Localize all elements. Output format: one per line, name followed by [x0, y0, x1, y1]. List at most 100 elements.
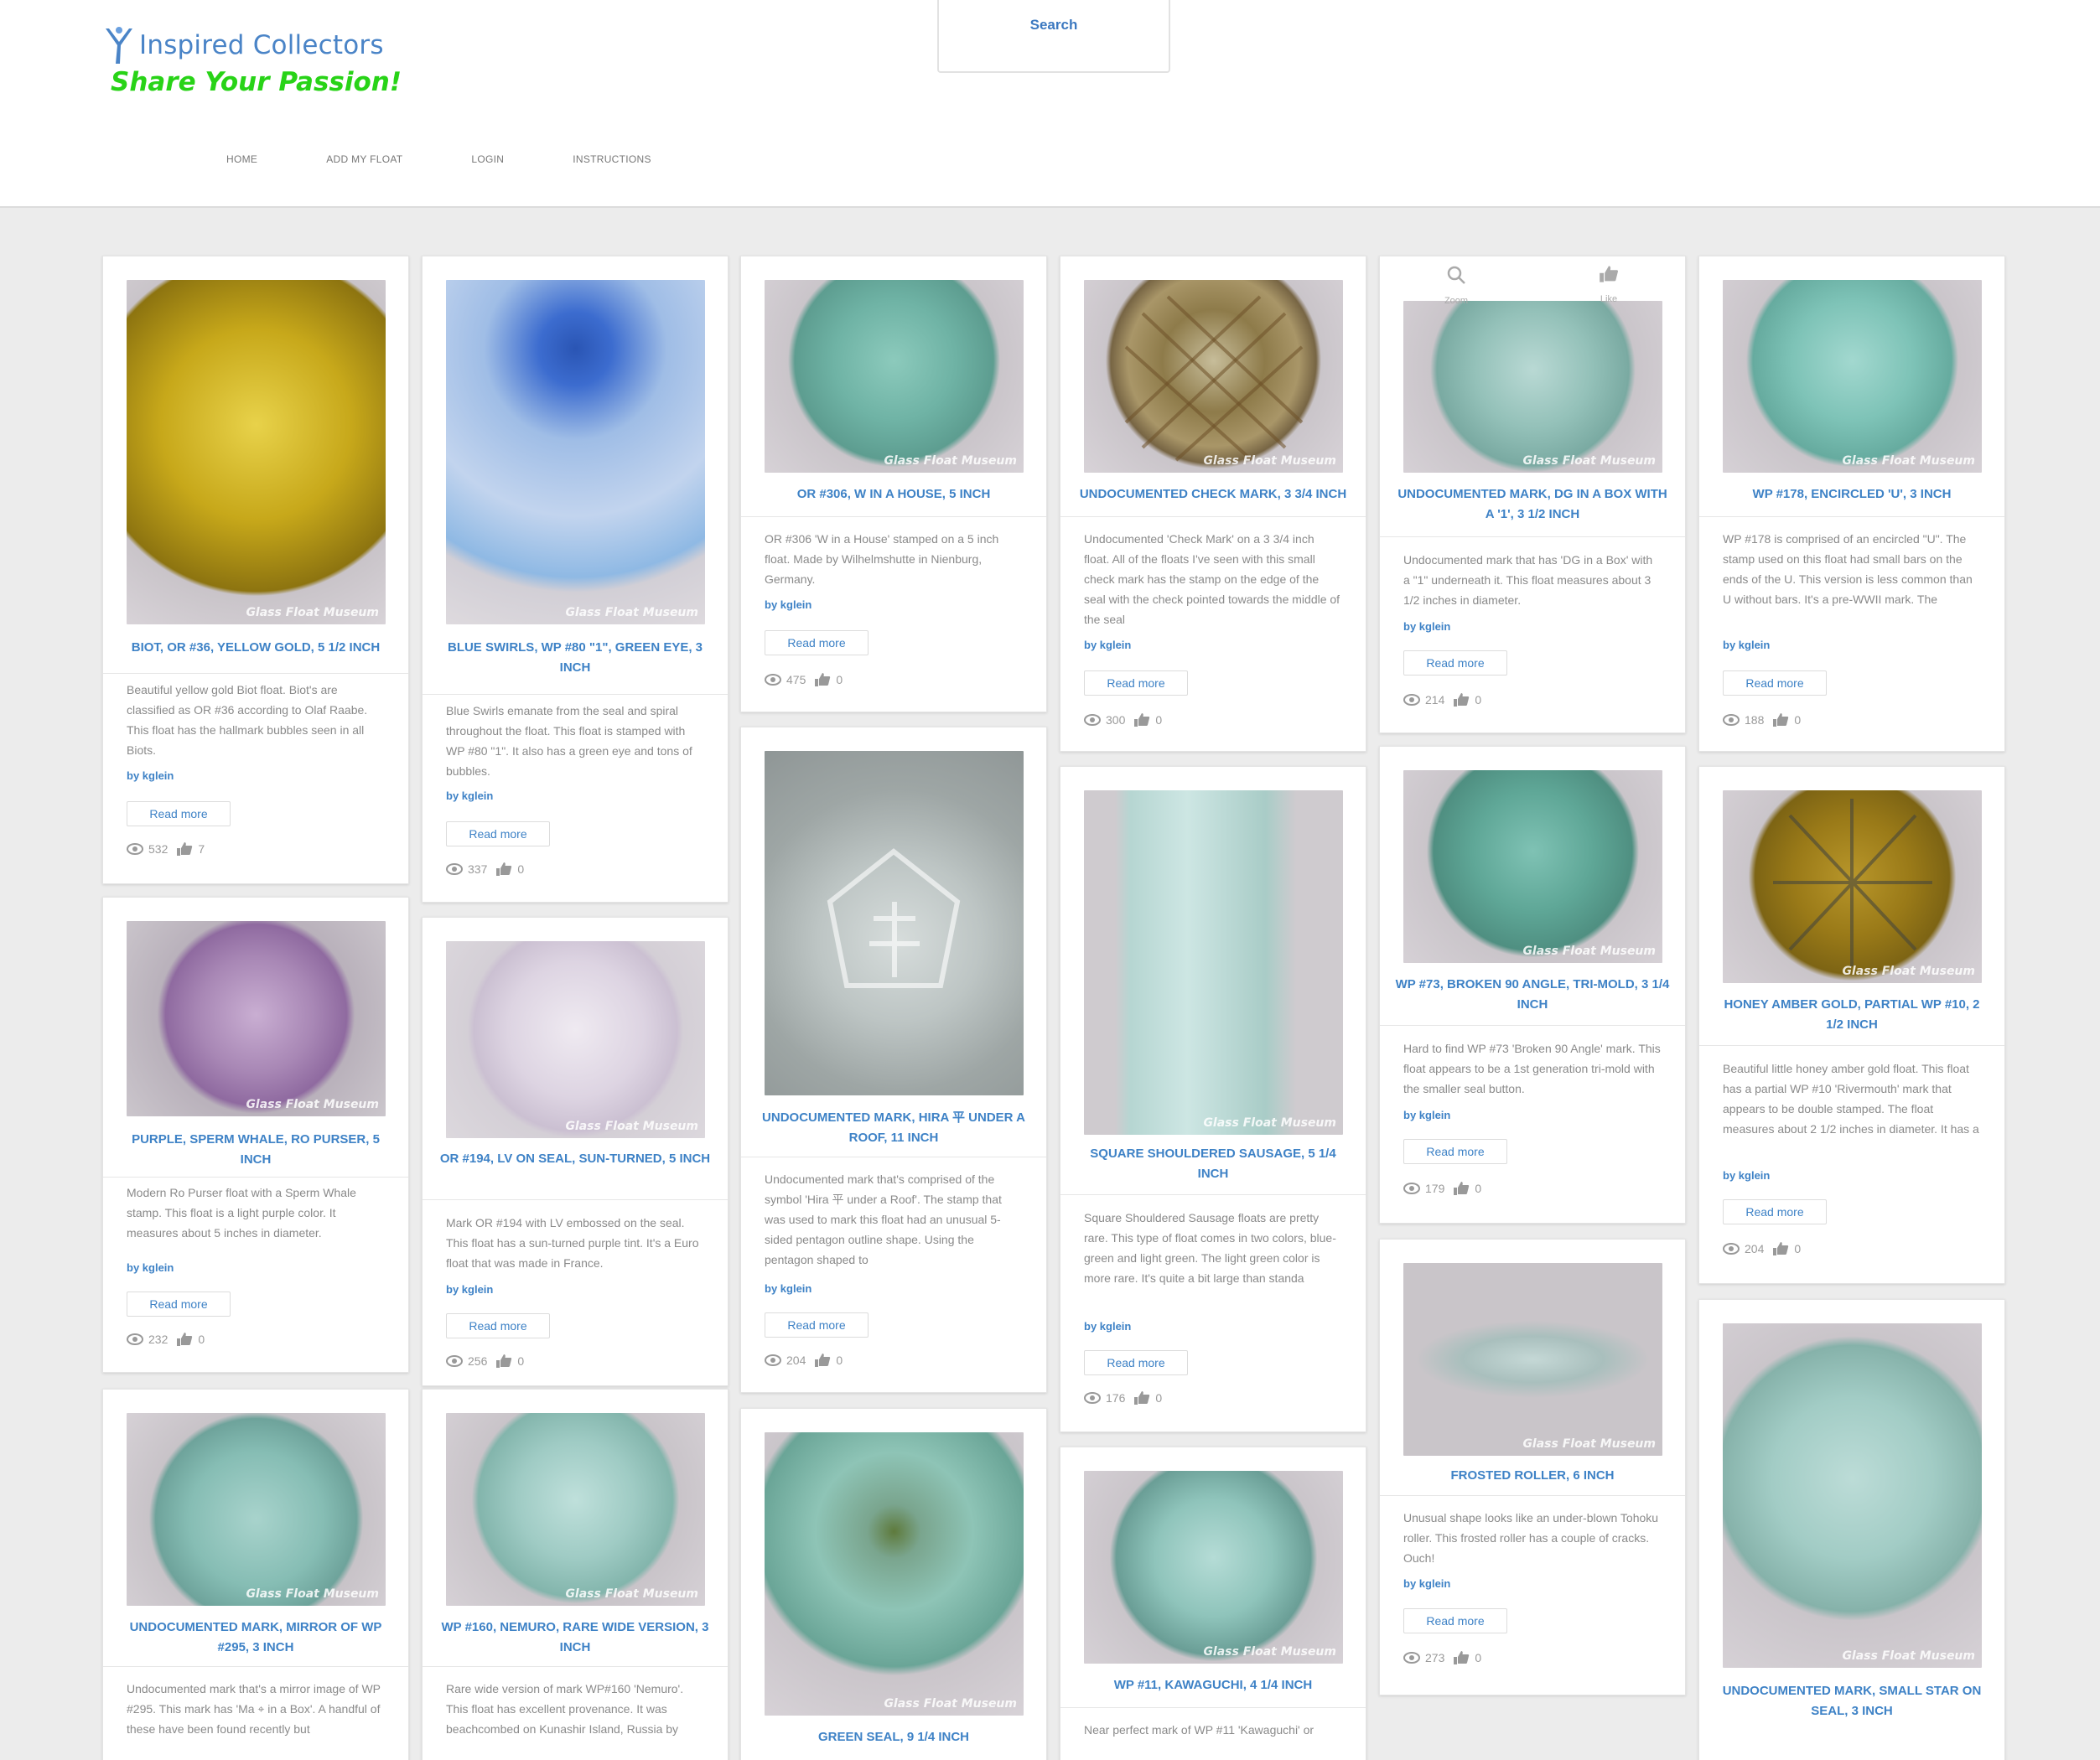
float-title[interactable]: UNDOCUMENTED MARK, HIRA 平 UNDER A ROOF, …	[756, 1108, 1031, 1148]
author-link[interactable]: by kglein	[1723, 639, 1770, 651]
site-logo[interactable]: Inspired Collectors Share Your Passion!	[102, 25, 402, 97]
thumbs-up-icon[interactable]	[1453, 692, 1470, 707]
nav-add-my-float[interactable]: ADD MY FLOAT	[326, 153, 402, 165]
thumbs-up-icon[interactable]	[814, 672, 831, 687]
nav-home[interactable]: HOME	[226, 153, 257, 165]
eye-icon	[446, 1355, 463, 1367]
author-link[interactable]: by kglein	[765, 598, 811, 611]
read-more-button[interactable]: Read more	[446, 821, 550, 846]
thumbs-up-icon[interactable]	[1133, 1390, 1150, 1405]
like-count: 0	[198, 1333, 205, 1346]
float-photo[interactable]: Glass Float Museum	[765, 1432, 1024, 1716]
float-photo[interactable]: Glass Float Museum	[127, 921, 386, 1116]
float-title[interactable]: OR #194, LV ON SEAL, SUN-TURNED, 5 INCH	[438, 1149, 713, 1169]
author-link[interactable]: by kglein	[1723, 1169, 1770, 1182]
thumbs-up-icon[interactable]	[1133, 712, 1150, 727]
float-title[interactable]: SQUARE SHOULDERED SAUSAGE, 5 1/4 INCH	[1076, 1144, 1351, 1184]
view-count: 214	[1425, 693, 1445, 707]
float-photo[interactable]: Glass Float Museum	[1723, 790, 1982, 983]
nav-instructions[interactable]: INSTRUCTIONS	[573, 153, 651, 165]
float-photo[interactable]: Glass Float Museum	[1403, 1263, 1662, 1456]
float-title[interactable]: BIOT, OR #36, YELLOW GOLD, 5 1/2 INCH	[118, 638, 393, 658]
watermark: Glass Float Museum	[565, 1120, 698, 1133]
float-card: Glass Float Museum OR #306, W IN A HOUSE…	[740, 256, 1047, 712]
read-more-button[interactable]: Read more	[446, 1313, 550, 1338]
author-link[interactable]: by kglein	[765, 1282, 811, 1295]
search-button[interactable]: Search	[937, 0, 1170, 73]
float-photo[interactable]: Glass Float Museum	[446, 941, 705, 1138]
rope-net-graphic	[1773, 799, 1932, 966]
float-stats: 300 0	[1084, 712, 1162, 727]
thumbs-up-icon[interactable]	[176, 841, 193, 857]
read-more-button[interactable]: Read more	[127, 1292, 231, 1317]
thumbs-up-icon[interactable]	[176, 1332, 193, 1347]
float-title[interactable]: UNDOCUMENTED MARK, MIRROR OF WP #295, 3 …	[118, 1618, 393, 1658]
float-photo[interactable]: Glass Float Museum	[1403, 770, 1662, 963]
read-more-button[interactable]: Read more	[127, 801, 231, 826]
read-more-button[interactable]: Read more	[765, 630, 869, 655]
float-photo[interactable]: Glass Float Museum	[1723, 280, 1982, 473]
read-more-button[interactable]: Read more	[1084, 1350, 1188, 1375]
float-title[interactable]: OR #306, W IN A HOUSE, 5 INCH	[756, 484, 1031, 505]
float-description: Mark OR #194 with LV embossed on the sea…	[446, 1216, 699, 1270]
float-photo[interactable]: Glass Float Museum	[1084, 1471, 1343, 1664]
float-title[interactable]: WP #160, NEMURO, RARE WIDE VERSION, 3 IN…	[438, 1618, 713, 1658]
eye-icon	[1084, 1392, 1101, 1404]
float-description: Beautiful little honey amber gold float.…	[1723, 1062, 1979, 1136]
like-count: 0	[836, 1354, 843, 1367]
float-title[interactable]: FROSTED ROLLER, 6 INCH	[1395, 1466, 1670, 1486]
thumbs-up-icon[interactable]	[814, 1353, 831, 1368]
read-more-button[interactable]: Read more	[1084, 670, 1188, 696]
like-hover-button[interactable]: Like	[1532, 256, 1685, 304]
thumbs-up-icon[interactable]	[1772, 712, 1789, 727]
thumbs-up-icon[interactable]	[1453, 1181, 1470, 1196]
float-photo[interactable]: Glass Float Museum	[127, 280, 386, 624]
read-more-button[interactable]: Read more	[1403, 650, 1507, 676]
author-link[interactable]: by kglein	[1403, 1109, 1450, 1121]
read-more-button[interactable]: Read more	[1403, 1139, 1507, 1164]
float-title[interactable]: BLUE SWIRLS, WP #80 "1", GREEN EYE, 3 IN…	[438, 638, 713, 678]
float-photo[interactable]: Glass Float Museum	[446, 1413, 705, 1606]
float-title[interactable]: WP #73, BROKEN 90 ANGLE, TRI-MOLD, 3 1/4…	[1395, 975, 1670, 1015]
author-link[interactable]: by kglein	[1403, 620, 1450, 633]
read-more-button[interactable]: Read more	[765, 1312, 869, 1338]
author-link[interactable]: by kglein	[127, 1261, 174, 1274]
author-link[interactable]: by kglein	[1403, 1577, 1450, 1590]
author-link[interactable]: by kglein	[127, 769, 174, 782]
thumbs-up-icon[interactable]	[495, 1354, 512, 1369]
float-title[interactable]: UNDOCUMENTED MARK, DG IN A BOX WITH A '1…	[1395, 484, 1670, 525]
float-title[interactable]: GREEN SEAL, 9 1/4 INCH	[756, 1727, 1031, 1747]
float-photo[interactable]: Glass Float Museum	[1723, 1323, 1982, 1668]
float-photo[interactable]: Glass Float Museum	[1403, 301, 1662, 473]
float-photo[interactable]: Glass Float Museum	[765, 280, 1024, 473]
float-photo[interactable]: Glass Float Museum	[446, 280, 705, 624]
nav-login[interactable]: LOGIN	[471, 153, 504, 165]
float-title[interactable]: WP #11, KAWAGUCHI, 4 1/4 INCH	[1076, 1675, 1351, 1695]
float-card: Glass Float Museum GREEN SEAL, 9 1/4 INC…	[740, 1408, 1047, 1760]
read-more-button[interactable]: Read more	[1723, 1199, 1827, 1224]
float-photo[interactable]: Glass Float Museum	[127, 1413, 386, 1606]
thumbs-up-icon[interactable]	[1453, 1650, 1470, 1665]
float-title[interactable]: UNDOCUMENTED CHECK MARK, 3 3/4 INCH	[1076, 484, 1351, 505]
view-count: 179	[1425, 1182, 1445, 1195]
author-link[interactable]: by kglein	[1084, 1320, 1131, 1333]
float-photo[interactable]	[765, 751, 1024, 1095]
float-photo[interactable]: Glass Float Museum	[1084, 280, 1343, 473]
read-more-button[interactable]: Read more	[1723, 670, 1827, 696]
float-title[interactable]: PURPLE, SPERM WHALE, RO PURSER, 5 INCH	[118, 1130, 393, 1170]
author-link[interactable]: by kglein	[446, 789, 493, 802]
like-count: 0	[1475, 1182, 1482, 1195]
author-link[interactable]: by kglein	[1084, 639, 1131, 651]
author-link[interactable]: by kglein	[446, 1283, 493, 1296]
float-description: Modern Ro Purser float with a Sperm Whal…	[127, 1186, 356, 1240]
thumbs-up-icon[interactable]	[495, 862, 512, 877]
float-title[interactable]: WP #178, ENCIRCLED 'U', 3 INCH	[1714, 484, 1989, 505]
float-description: Rare wide version of mark WP#160 'Nemuro…	[446, 1682, 684, 1736]
read-more-button[interactable]: Read more	[1403, 1608, 1507, 1633]
float-photo[interactable]: Glass Float Museum	[1084, 790, 1343, 1135]
thumbs-up-icon[interactable]	[1772, 1241, 1789, 1256]
float-title[interactable]: HONEY AMBER GOLD, PARTIAL WP #10, 2 1/2 …	[1714, 995, 1989, 1035]
zoom-button[interactable]: Zoom	[1380, 256, 1532, 306]
watermark: Glass Float Museum	[565, 1587, 698, 1601]
float-title[interactable]: UNDOCUMENTED MARK, SMALL STAR ON SEAL, 3…	[1714, 1681, 1989, 1721]
